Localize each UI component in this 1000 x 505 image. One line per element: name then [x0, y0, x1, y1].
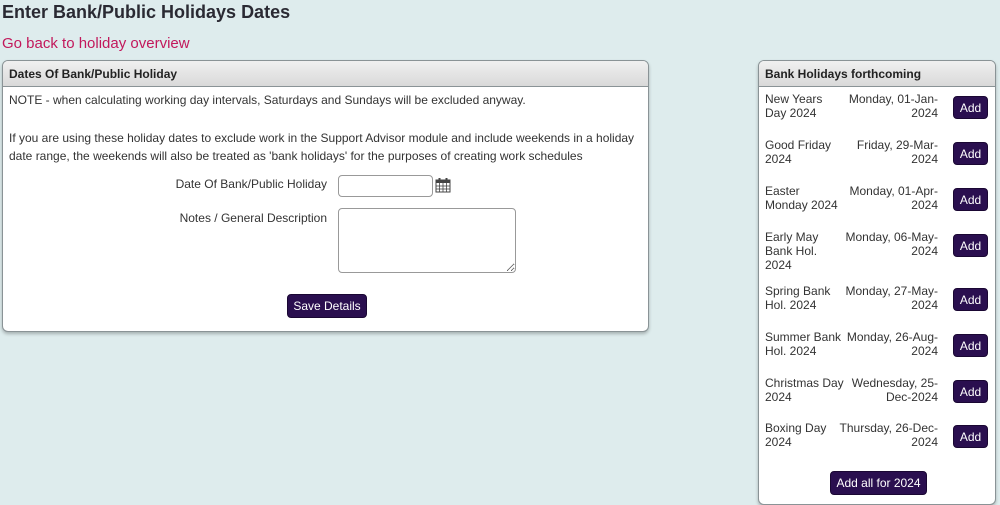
back-to-overview-link[interactable]: Go back to holiday overview [2, 35, 190, 52]
weekend-note: NOTE - when calculating working day inte… [9, 93, 526, 107]
holiday-date: Wednesday, 25-Dec-2024 [851, 376, 938, 404]
add-holiday-button[interactable]: Add [953, 334, 988, 357]
notes-label: Notes / General Description [179, 211, 327, 225]
holiday-date: Monday, 06-May-2024 [845, 230, 938, 258]
holiday-name: Good Friday 2024 [765, 138, 832, 166]
holiday-date: Monday, 26-Aug-2024 [846, 330, 938, 358]
holiday-date: Friday, 29-Mar-2024 [856, 138, 938, 166]
holiday-date-input[interactable] [338, 175, 433, 197]
add-holiday-button[interactable]: Add [953, 142, 988, 165]
notes-textarea[interactable] [338, 208, 516, 273]
holiday-date: Monday, 27-May-2024 [845, 284, 938, 312]
add-holiday-button[interactable]: Add [953, 288, 988, 311]
holiday-name: Summer Bank Hol. 2024 [765, 330, 842, 358]
add-holiday-button[interactable]: Add [953, 96, 988, 119]
holiday-date: Monday, 01-Jan-2024 [848, 92, 938, 120]
add-holiday-button[interactable]: Add [953, 425, 988, 448]
save-details-button[interactable]: Save Details [287, 294, 367, 318]
add-all-button[interactable]: Add all for 2024 [830, 471, 927, 495]
calendar-icon[interactable] [435, 177, 451, 193]
page-title: Enter Bank/Public Holidays Dates [2, 2, 291, 22]
add-holiday-button[interactable]: Add [953, 380, 988, 403]
form-panel-header: Dates Of Bank/Public Holiday [3, 61, 648, 87]
date-label: Date Of Bank/Public Holiday [175, 177, 327, 191]
holiday-name: New Years Day 2024 [765, 92, 823, 120]
holiday-name: Easter Monday 2024 [765, 184, 838, 212]
holiday-name: Spring Bank Hol. 2024 [765, 284, 831, 312]
holiday-date: Monday, 01-Apr-2024 [849, 184, 938, 212]
holiday-name: Boxing Day 2024 [765, 421, 827, 449]
holiday-form-panel: Dates Of Bank/Public Holiday NOTE - when… [2, 60, 649, 332]
holiday-name: Christmas Day 2024 [765, 376, 844, 404]
add-holiday-button[interactable]: Add [953, 234, 988, 257]
holiday-date: Thursday, 26-Dec-2024 [839, 421, 938, 449]
support-advisor-note: If you are using these holiday dates to … [9, 131, 635, 163]
holiday-name: Early May Bank Hol. 2024 [765, 230, 819, 272]
forthcoming-holidays-panel: Bank Holidays forthcoming New Years Day … [758, 60, 996, 505]
forthcoming-panel-header: Bank Holidays forthcoming [759, 61, 995, 87]
add-holiday-button[interactable]: Add [953, 188, 988, 211]
